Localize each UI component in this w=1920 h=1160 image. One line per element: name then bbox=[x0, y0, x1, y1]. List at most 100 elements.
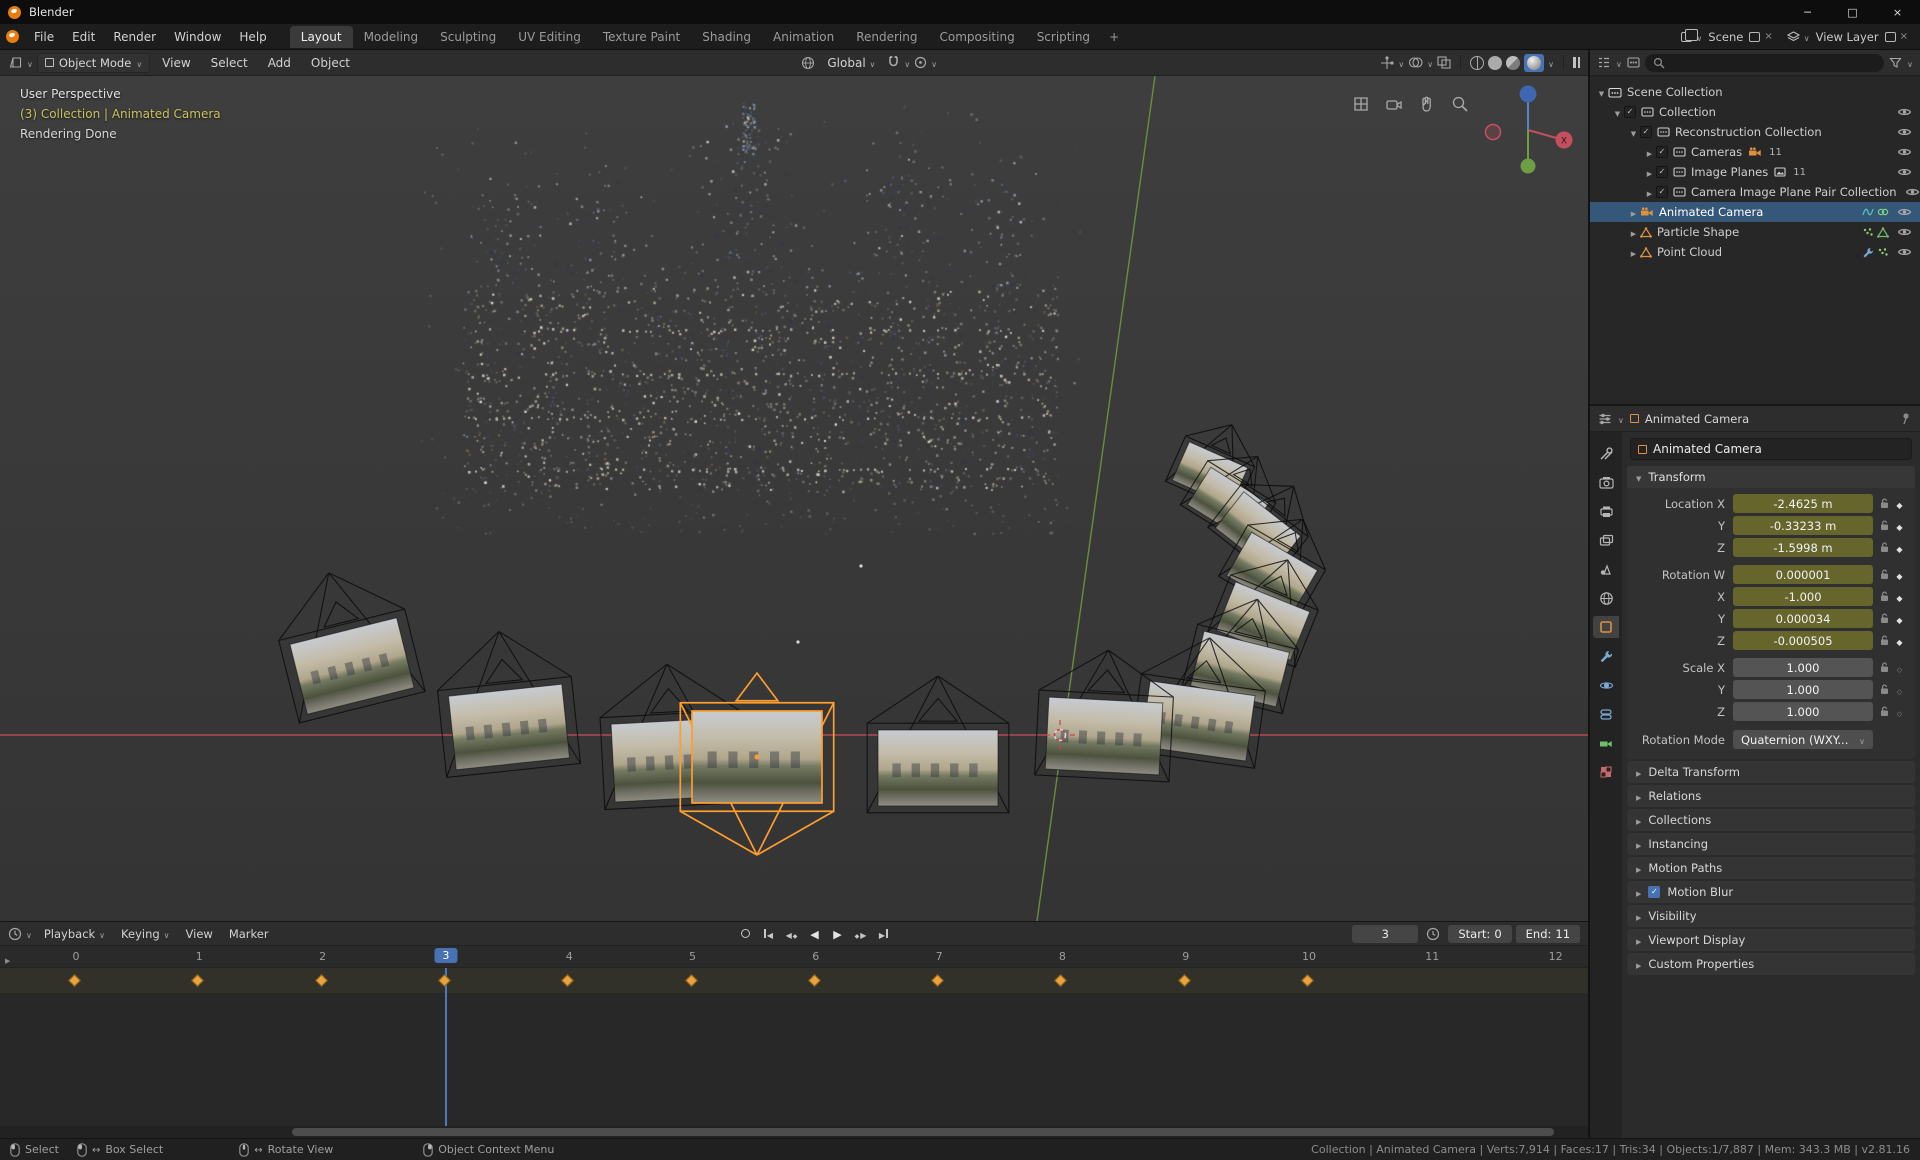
snap-magnet-icon[interactable] bbox=[887, 56, 900, 69]
keyframe-indicator-icon[interactable] bbox=[1892, 705, 1907, 719]
panel-viewport-display[interactable]: Viewport Display bbox=[1627, 929, 1915, 951]
remove-view-layer-icon[interactable]: × bbox=[1900, 31, 1908, 42]
keyframe-indicator-icon[interactable] bbox=[1892, 612, 1907, 626]
eye-icon[interactable] bbox=[1897, 247, 1912, 257]
lock-icon[interactable] bbox=[1876, 684, 1892, 695]
keyframe-diamond-4[interactable] bbox=[561, 974, 574, 987]
eye-icon[interactable] bbox=[1905, 187, 1920, 197]
tab-render[interactable] bbox=[1593, 471, 1619, 493]
close-button[interactable]: × bbox=[1875, 0, 1920, 24]
outliner-row-collection[interactable]: Collection bbox=[1590, 102, 1920, 122]
keyframe-diamond-1[interactable] bbox=[191, 974, 204, 987]
mode-dropdown[interactable]: Object Mode bbox=[37, 53, 150, 73]
disclosure-closed-icon[interactable] bbox=[1643, 185, 1656, 199]
tab-object-data[interactable] bbox=[1593, 732, 1619, 754]
xray-toggle-icon[interactable] bbox=[1437, 56, 1451, 69]
viewport-3d[interactable]: User Perspective (3) Collection | Animat… bbox=[0, 76, 1588, 921]
eye-icon[interactable] bbox=[1897, 227, 1912, 237]
scrollbar-thumb[interactable] bbox=[292, 1128, 1554, 1136]
menu-render[interactable]: Render bbox=[104, 27, 165, 47]
timeline-menu-marker[interactable]: Marker bbox=[221, 925, 277, 943]
gizmo-x-neg-axis[interactable] bbox=[1486, 125, 1501, 140]
value-field[interactable]: 0.000034 bbox=[1733, 609, 1873, 628]
workspace-tab-uv-editing[interactable]: UV Editing bbox=[507, 26, 592, 48]
preview-range-clock-icon[interactable] bbox=[1426, 927, 1440, 941]
scene-name[interactable]: Scene bbox=[1708, 30, 1743, 44]
eye-icon[interactable] bbox=[1897, 207, 1912, 217]
transform-panel-header[interactable]: Transform bbox=[1627, 466, 1915, 488]
collection-checkbox[interactable] bbox=[1624, 106, 1636, 118]
maximize-button[interactable]: □ bbox=[1830, 0, 1875, 24]
collection-checkbox[interactable] bbox=[1656, 186, 1668, 198]
value-field[interactable]: -0.33233 m bbox=[1733, 516, 1873, 535]
camera-view-icon[interactable] bbox=[1384, 94, 1404, 117]
workspace-tab-layout[interactable]: Layout bbox=[290, 26, 353, 48]
jump-to-end-button[interactable] bbox=[873, 925, 893, 943]
disclosure-closed-icon[interactable] bbox=[1643, 145, 1656, 159]
tab-physics[interactable] bbox=[1593, 674, 1619, 696]
orientation-dropdown[interactable]: Global bbox=[819, 53, 883, 73]
show-gizmo-icon[interactable] bbox=[1380, 56, 1394, 70]
proportional-editing-icon[interactable] bbox=[914, 56, 927, 69]
show-overlays-icon[interactable] bbox=[1408, 56, 1423, 69]
view-layer-selector[interactable]: View Layer × bbox=[1787, 30, 1908, 44]
outliner-row-animated-camera[interactable]: Animated Camera bbox=[1590, 202, 1920, 222]
keyframe-indicator-icon[interactable] bbox=[1892, 683, 1907, 697]
lock-icon[interactable] bbox=[1876, 542, 1892, 553]
overlays-dropdown-icon[interactable] bbox=[1427, 56, 1433, 70]
disclosure-open-icon[interactable] bbox=[1611, 105, 1624, 119]
panel-custom-properties[interactable]: Custom Properties bbox=[1627, 953, 1915, 975]
eye-icon[interactable] bbox=[1897, 147, 1912, 157]
keyframe-indicator-icon[interactable] bbox=[1892, 590, 1907, 604]
panel-collections[interactable]: Collections bbox=[1627, 809, 1915, 831]
outliner-editor-icon[interactable] bbox=[1597, 56, 1611, 69]
gizmo-z-axis[interactable] bbox=[1520, 86, 1537, 103]
value-field[interactable]: 0.000001 bbox=[1733, 565, 1873, 584]
keyframe-diamond-10[interactable] bbox=[1301, 974, 1314, 987]
workspace-tab-rendering[interactable]: Rendering bbox=[845, 26, 928, 48]
outliner-row-cameras[interactable]: Cameras11 bbox=[1590, 142, 1920, 162]
shading-material-button[interactable] bbox=[1506, 56, 1520, 70]
timeline-menu-keying[interactable]: Keying bbox=[113, 925, 178, 943]
timeline-menu-view[interactable]: View bbox=[178, 925, 221, 943]
tab-view-layer[interactable] bbox=[1593, 529, 1619, 551]
panel-instancing[interactable]: Instancing bbox=[1627, 833, 1915, 855]
outliner-row-scene-collection[interactable]: Scene Collection bbox=[1590, 82, 1920, 102]
eye-icon[interactable] bbox=[1897, 107, 1912, 117]
view-layer-name[interactable]: View Layer bbox=[1816, 30, 1879, 44]
zoom-icon[interactable] bbox=[1450, 94, 1470, 117]
lock-icon[interactable] bbox=[1876, 569, 1892, 580]
object-name-field[interactable]: Animated Camera bbox=[1630, 438, 1912, 460]
keyframe-diamond-2[interactable] bbox=[315, 974, 328, 987]
panel-delta-transform[interactable]: Delta Transform bbox=[1627, 761, 1915, 783]
collection-checkbox[interactable] bbox=[1656, 146, 1668, 158]
disclosure-closed-icon[interactable] bbox=[1627, 205, 1640, 219]
current-frame-indicator[interactable]: 3 bbox=[434, 948, 457, 963]
shading-solid-button[interactable] bbox=[1488, 56, 1502, 70]
navigation-gizmo[interactable]: X bbox=[1480, 82, 1576, 178]
value-field[interactable]: -0.000505 bbox=[1733, 631, 1873, 650]
keyframe-indicator-icon[interactable] bbox=[1892, 541, 1907, 555]
next-keyframe-button[interactable] bbox=[850, 925, 870, 943]
workspace-tab-shading[interactable]: Shading bbox=[691, 26, 762, 48]
workspace-tab-modeling[interactable]: Modeling bbox=[353, 26, 430, 48]
outliner-row-particle-shape[interactable]: Particle Shape bbox=[1590, 222, 1920, 242]
viewport-menu-object[interactable]: Object bbox=[303, 53, 358, 73]
value-field[interactable]: 1.000 bbox=[1733, 702, 1873, 721]
frame-end-field[interactable]: End:11 bbox=[1516, 925, 1580, 943]
properties-editor-icon[interactable] bbox=[1598, 412, 1612, 426]
shading-rendered-button[interactable] bbox=[1524, 54, 1544, 72]
shading-wireframe-button[interactable] bbox=[1470, 56, 1484, 70]
motion-blur-checkbox[interactable] bbox=[1648, 886, 1660, 898]
panel-visibility[interactable]: Visibility bbox=[1627, 905, 1915, 927]
workspace-tab-scripting[interactable]: Scripting bbox=[1026, 26, 1101, 48]
playhead-line[interactable] bbox=[445, 968, 447, 1126]
filter-funnel-icon[interactable] bbox=[1889, 57, 1902, 69]
value-field[interactable]: 1.000 bbox=[1733, 680, 1873, 699]
keyframe-diamond-8[interactable] bbox=[1055, 974, 1068, 987]
disclosure-open-icon[interactable] bbox=[1627, 125, 1640, 139]
value-field[interactable]: -2.4625 m bbox=[1733, 494, 1873, 513]
eye-icon[interactable] bbox=[1897, 127, 1912, 137]
tab-tool[interactable] bbox=[1593, 442, 1619, 464]
pan-hand-icon[interactable] bbox=[1417, 94, 1437, 117]
